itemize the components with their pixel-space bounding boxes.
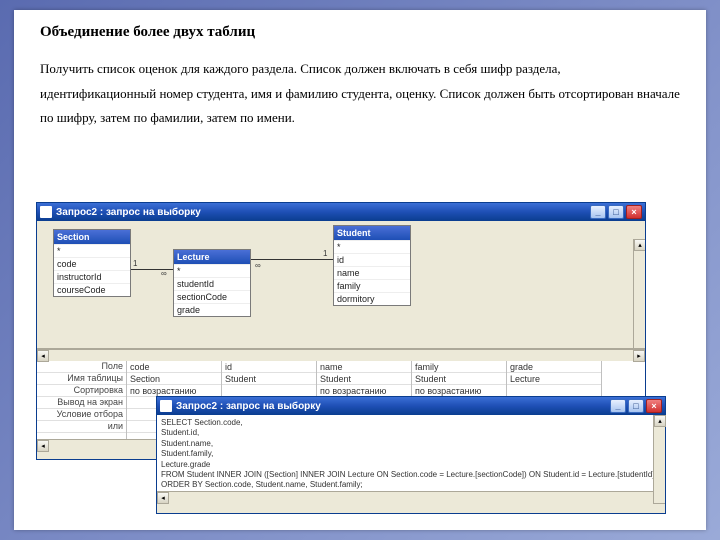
field[interactable]: sectionCode: [174, 290, 250, 303]
qbe-cell[interactable]: family: [412, 361, 506, 373]
field[interactable]: name: [334, 266, 410, 279]
join-label: ∞: [255, 261, 261, 270]
window-title: Запрос2 : запрос на выборку: [176, 401, 321, 412]
app-icon: [40, 206, 52, 218]
qbe-cell[interactable]: id: [222, 361, 316, 373]
sql-line: Lecture.grade: [161, 460, 661, 470]
row-label: или: [37, 421, 126, 433]
page-title: Объединение более двух таблиц: [40, 24, 680, 41]
titlebar[interactable]: Запрос2 : запрос на выборку _ □ ×: [157, 397, 665, 415]
sql-text[interactable]: SELECT Section.code,Student.id,Student.n…: [157, 415, 665, 491]
scroll-left-icon[interactable]: ◂: [157, 492, 169, 504]
qbe-cell[interactable]: Student: [412, 373, 506, 385]
table-header: Section: [54, 230, 130, 244]
row-label: Имя таблицы: [37, 373, 126, 385]
close-button[interactable]: ×: [646, 399, 662, 413]
sql-line: Student.name,: [161, 439, 661, 449]
join-label: 1: [133, 259, 137, 268]
qbe-cell[interactable]: grade: [507, 361, 601, 373]
scrollbar-horizontal[interactable]: ◂ ▸: [157, 491, 665, 503]
qbe-cell[interactable]: Section: [127, 373, 221, 385]
field[interactable]: family: [334, 279, 410, 292]
scrollbar-horizontal[interactable]: ◂ ▸: [37, 349, 645, 361]
titlebar[interactable]: Запрос2 : запрос на выборку _ □ ×: [37, 203, 645, 221]
row-label: Поле: [37, 361, 126, 373]
qbe-cell[interactable]: Student: [222, 373, 316, 385]
field[interactable]: courseCode: [54, 283, 130, 296]
row-label: Условие отбора: [37, 409, 126, 421]
window-title: Запрос2 : запрос на выборку: [56, 207, 201, 218]
sql-view-window: Запрос2 : запрос на выборку _ □ × SELECT…: [156, 396, 666, 514]
sql-line: Student.id,: [161, 428, 661, 438]
field[interactable]: *: [174, 264, 250, 277]
scrollbar-vertical[interactable]: ▴: [653, 415, 665, 503]
sql-line: ORDER BY Section.code, Student.name, Stu…: [161, 480, 661, 490]
join-line[interactable]: [251, 259, 333, 260]
sql-line: SELECT Section.code,: [161, 418, 661, 428]
scroll-up-icon[interactable]: ▴: [634, 239, 645, 251]
field[interactable]: studentId: [174, 277, 250, 290]
minimize-button[interactable]: _: [590, 205, 606, 219]
qbe-cell[interactable]: Student: [317, 373, 411, 385]
sql-line: Student.family,: [161, 449, 661, 459]
close-button[interactable]: ×: [626, 205, 642, 219]
maximize-button[interactable]: □: [628, 399, 644, 413]
field[interactable]: grade: [174, 303, 250, 316]
table-section[interactable]: Section * code instructorId courseCode: [53, 229, 131, 297]
table-header: Lecture: [174, 250, 250, 264]
field[interactable]: id: [334, 253, 410, 266]
field[interactable]: instructorId: [54, 270, 130, 283]
scrollbar-vertical[interactable]: ▴: [633, 239, 645, 349]
app-icon: [160, 400, 172, 412]
qbe-cell[interactable]: name: [317, 361, 411, 373]
field[interactable]: *: [334, 240, 410, 253]
table-header: Student: [334, 226, 410, 240]
sql-line: FROM Student INNER JOIN ([Section] INNER…: [161, 470, 661, 480]
maximize-button[interactable]: □: [608, 205, 624, 219]
qbe-row-labels: Поле Имя таблицы Сортировка Вывод на экр…: [37, 361, 127, 439]
join-label: 1: [323, 249, 327, 258]
join-label: ∞: [161, 269, 167, 278]
field[interactable]: *: [54, 244, 130, 257]
minimize-button[interactable]: _: [610, 399, 626, 413]
row-label: Вывод на экран: [37, 397, 126, 409]
relationship-diagram[interactable]: Section * code instructorId courseCode L…: [37, 221, 645, 349]
field[interactable]: code: [54, 257, 130, 270]
task-paragraph: Получить список оценок для каждого разде…: [40, 57, 680, 131]
table-student[interactable]: Student * id name family dormitory: [333, 225, 411, 306]
qbe-cell[interactable]: Lecture: [507, 373, 601, 385]
scroll-up-icon[interactable]: ▴: [654, 415, 666, 427]
table-lecture[interactable]: Lecture * studentId sectionCode grade: [173, 249, 251, 317]
row-label: Сортировка: [37, 385, 126, 397]
scroll-left-icon[interactable]: ◂: [37, 440, 49, 452]
qbe-cell[interactable]: code: [127, 361, 221, 373]
field[interactable]: dormitory: [334, 292, 410, 305]
